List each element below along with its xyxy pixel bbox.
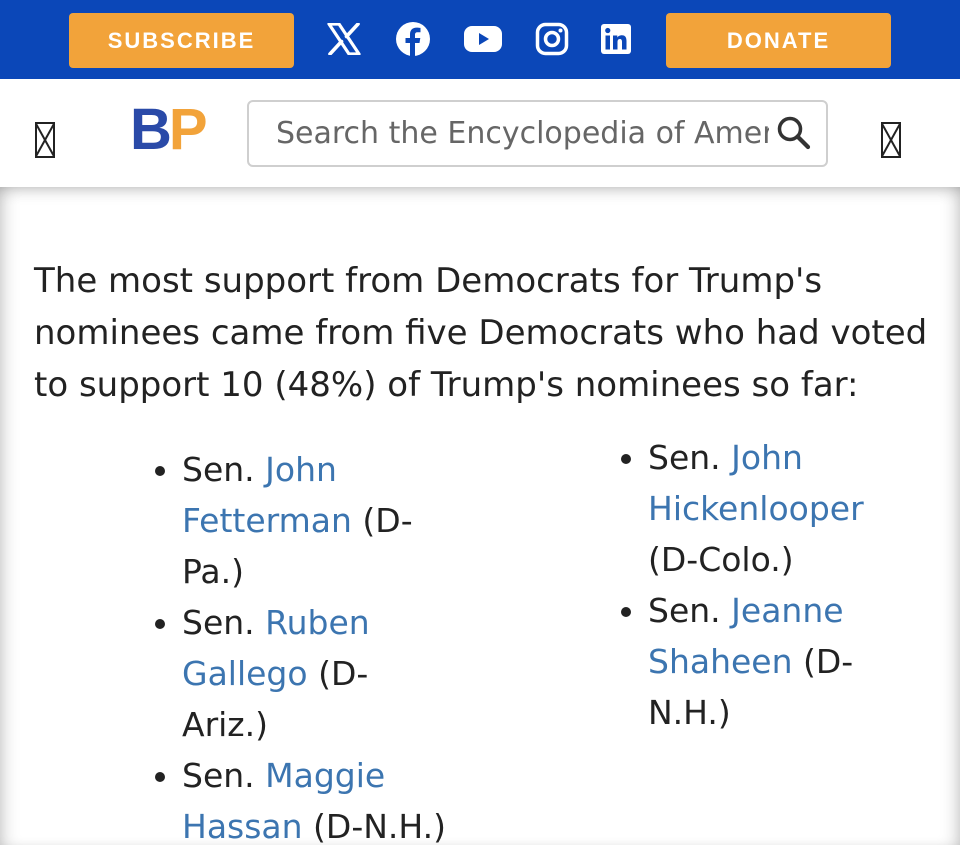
user-menu-icon[interactable] — [881, 122, 901, 158]
subscribe-button[interactable]: SUBSCRIBE — [69, 13, 294, 68]
senator-list-right: Sen. John Hickenlooper (D-Colo.) Sen. Je… — [614, 432, 894, 738]
senator-prefix: Sen. — [648, 591, 732, 630]
site-logo[interactable]: BP — [130, 97, 208, 162]
instagram-icon[interactable] — [531, 18, 573, 60]
list-item: Sen. Ruben Gallego (D-Ariz.) — [182, 597, 448, 750]
senator-prefix: Sen. — [182, 450, 266, 489]
menu-icon[interactable] — [35, 122, 55, 158]
list-item: Sen. John Fetterman (D-Pa.) — [182, 444, 448, 597]
search-box — [247, 100, 828, 167]
logo-letter-b: B — [130, 97, 172, 162]
senator-list-left: Sen. John Fetterman (D-Pa.) Sen. Ruben G… — [148, 444, 448, 852]
search-icon[interactable] — [776, 115, 812, 151]
list-item: Sen. John Hickenlooper (D-Colo.) — [648, 432, 894, 585]
donate-button[interactable]: DONATE — [666, 13, 891, 68]
list-item: Sen. Jeanne Shaheen (D-N.H.) — [648, 585, 894, 738]
facebook-icon[interactable] — [392, 18, 434, 60]
linkedin-icon[interactable] — [595, 18, 637, 60]
senator-prefix: Sen. — [182, 603, 266, 642]
senator-prefix: Sen. — [648, 438, 732, 477]
list-item: Sen. Maggie Hassan (D-N.H.) — [182, 750, 448, 852]
youtube-icon[interactable] — [462, 18, 504, 60]
top-bar: SUBSCRIBE DONATE — [0, 0, 960, 79]
senator-party: (D-Colo.) — [648, 540, 794, 579]
senator-party: (D-N.H.) — [302, 807, 447, 846]
senator-prefix: Sen. — [182, 756, 266, 795]
search-input[interactable] — [249, 102, 769, 165]
x-icon[interactable] — [323, 18, 365, 60]
logo-letter-p: P — [168, 97, 208, 162]
intro-paragraph: The most support from Democrats for Trum… — [34, 261, 928, 405]
